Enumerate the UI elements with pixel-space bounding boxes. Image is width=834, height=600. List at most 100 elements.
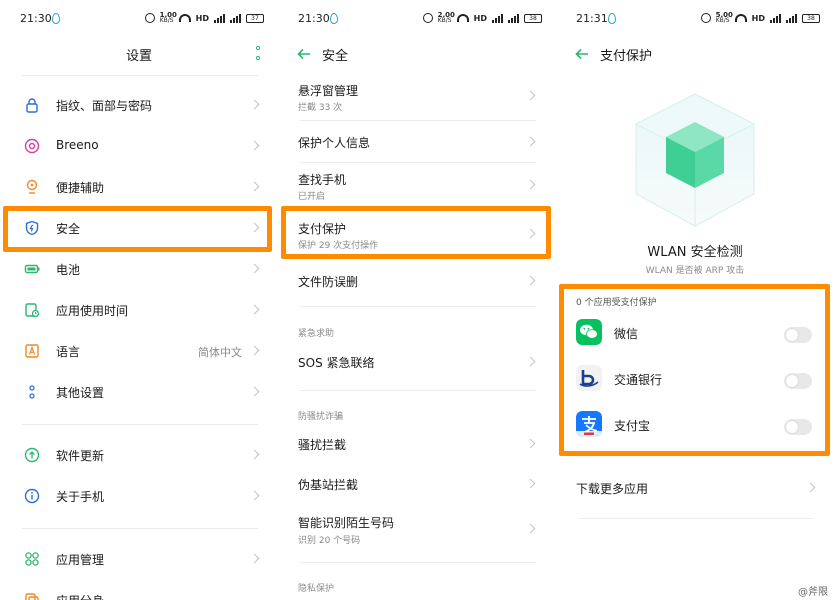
status-time: 21:30	[298, 12, 330, 25]
status-time: 21:30	[20, 12, 52, 25]
app-row-bocom[interactable]: 交通银行	[556, 359, 834, 399]
signal-icon-2	[786, 13, 797, 23]
status-icons: 1.00 KB/S HD 37	[144, 11, 264, 25]
app-label: 交通银行	[614, 373, 663, 387]
wlan-check-title: WLAN 安全检测	[647, 245, 743, 260]
section-header-harass: 防骚扰诈骗	[298, 412, 344, 422]
payment-protection-screen: 21:31 5.00 KB/S HD 38 支付保护 WLAN 安全检测 WLA…	[556, 0, 834, 600]
apps-icon	[25, 552, 39, 566]
chevron-right-icon	[249, 553, 260, 564]
divider	[300, 562, 536, 563]
chevron-right-icon	[525, 90, 536, 101]
security-item-unknown-number[interactable]: 智能识别陌生号码 识别 20 个号码	[278, 508, 556, 552]
section-header-emergency: 紧急求助	[298, 329, 335, 339]
chevron-right-icon	[525, 136, 536, 147]
protected-count: 0 个应用受支付保护	[576, 298, 657, 308]
item-label: 文件防误删	[298, 275, 359, 289]
security-item-floating-window[interactable]: 悬浮窗管理 拦截 33 次	[278, 78, 556, 118]
back-arrow-icon[interactable]	[574, 46, 590, 62]
settings-item-breeno[interactable]: Breeno	[0, 126, 278, 166]
settings-item-other[interactable]: 其他设置	[0, 372, 278, 412]
hd-badge: HD	[751, 13, 765, 23]
net-speed: 2.00 KB/S	[437, 11, 455, 24]
divider	[300, 162, 536, 163]
bocom-toggle[interactable]	[784, 373, 812, 389]
header: 支付保护	[556, 38, 834, 70]
divider	[578, 518, 814, 519]
item-label: 支付保护	[298, 222, 347, 236]
security-item-harass-block[interactable]: 骚扰拦截	[278, 424, 556, 464]
assist-icon	[26, 179, 38, 194]
settings-item-security[interactable]: 安全	[0, 208, 278, 248]
battery-indicator: 38	[524, 13, 542, 23]
hd-badge: HD	[473, 13, 487, 23]
wechat-toggle[interactable]	[784, 327, 812, 343]
chevron-right-icon	[249, 222, 260, 233]
settings-item-app-management[interactable]: 应用管理	[0, 539, 278, 579]
settings-item-app-clone[interactable]: 应用分身	[0, 580, 278, 600]
wechat-icon	[576, 319, 602, 345]
item-label: 应用分身	[56, 592, 104, 600]
divider	[300, 390, 536, 391]
bocom-icon	[576, 365, 602, 391]
chevron-right-icon	[525, 523, 536, 534]
security-cube-illustration	[634, 93, 756, 227]
language-icon	[25, 344, 39, 358]
status-bar: 21:31 5.00 KB/S HD 38	[556, 0, 834, 38]
alipay-toggle[interactable]	[784, 419, 812, 435]
wifi-icon	[178, 14, 191, 22]
header: 设置	[0, 38, 278, 70]
settings-item-assist[interactable]: 便捷辅助	[0, 167, 278, 207]
settings-item-about[interactable]: 关于手机	[0, 476, 278, 516]
item-label: 电池	[56, 263, 81, 277]
app-label: 支付宝	[614, 419, 651, 433]
chevron-right-icon	[249, 181, 260, 192]
item-label: 其他设置	[56, 386, 105, 400]
security-item-payment-protection[interactable]: 支付保护 保护 29 次支付操作	[278, 210, 556, 258]
app-row-alipay[interactable]: 支付宝	[556, 405, 834, 445]
settings-item-screen-time[interactable]: 应用使用时间	[0, 290, 278, 330]
chevron-right-icon	[249, 386, 260, 397]
chevron-right-icon	[249, 345, 260, 356]
chevron-right-icon	[525, 478, 536, 489]
download-more-apps[interactable]: 下载更多应用	[556, 468, 834, 508]
security-item-privacy[interactable]: 保护个人信息	[278, 122, 556, 160]
item-label: 便捷辅助	[56, 181, 105, 195]
settings-item-biometrics[interactable]: 指纹、面部与密码	[0, 85, 278, 125]
settings-item-battery[interactable]: 电池	[0, 249, 278, 289]
net-speed: 1.00 KB/S	[159, 11, 177, 24]
hd-badge: HD	[195, 13, 209, 23]
alarm-icon	[144, 13, 155, 23]
info-icon	[24, 488, 40, 504]
security-item-fake-station[interactable]: 伪基站拦截	[278, 464, 556, 504]
settings-item-update[interactable]: 软件更新	[0, 435, 278, 475]
battery-indicator: 37	[246, 13, 264, 23]
item-label: 软件更新	[56, 449, 105, 463]
item-label: 查找手机	[298, 173, 347, 187]
app-row-wechat[interactable]: 微信	[556, 313, 834, 353]
security-item-sos[interactable]: SOS 紧急联络	[278, 342, 556, 382]
item-label: 应用管理	[56, 553, 105, 567]
watermark: @斧限	[798, 587, 828, 598]
security-item-find-phone[interactable]: 查找手机 已开启	[278, 164, 556, 206]
chevron-right-icon	[249, 140, 260, 151]
item-label: 保护个人信息	[298, 136, 371, 150]
page-title: 支付保护	[600, 49, 653, 64]
item-label: 智能识别陌生号码	[298, 516, 395, 530]
alarm-icon	[422, 13, 433, 23]
battery-icon	[24, 264, 40, 274]
signal-icon	[770, 13, 781, 23]
signal-icon	[492, 13, 503, 23]
wifi-icon	[734, 14, 747, 22]
drop-icon	[608, 13, 616, 24]
more-icon[interactable]	[256, 46, 260, 60]
section-header-privacy: 隐私保护	[298, 584, 335, 594]
settings-item-language[interactable]: 语言 简体中文	[0, 331, 278, 371]
divider	[300, 120, 536, 121]
status-icons: 2.00 KB/S HD 38	[422, 11, 542, 25]
divider	[22, 528, 258, 529]
item-label: 骚扰拦截	[298, 438, 347, 452]
back-arrow-icon[interactable]	[296, 46, 312, 62]
security-item-file-protect[interactable]: 文件防误删	[278, 262, 556, 302]
item-sub: 识别 20 个号码	[298, 536, 361, 546]
